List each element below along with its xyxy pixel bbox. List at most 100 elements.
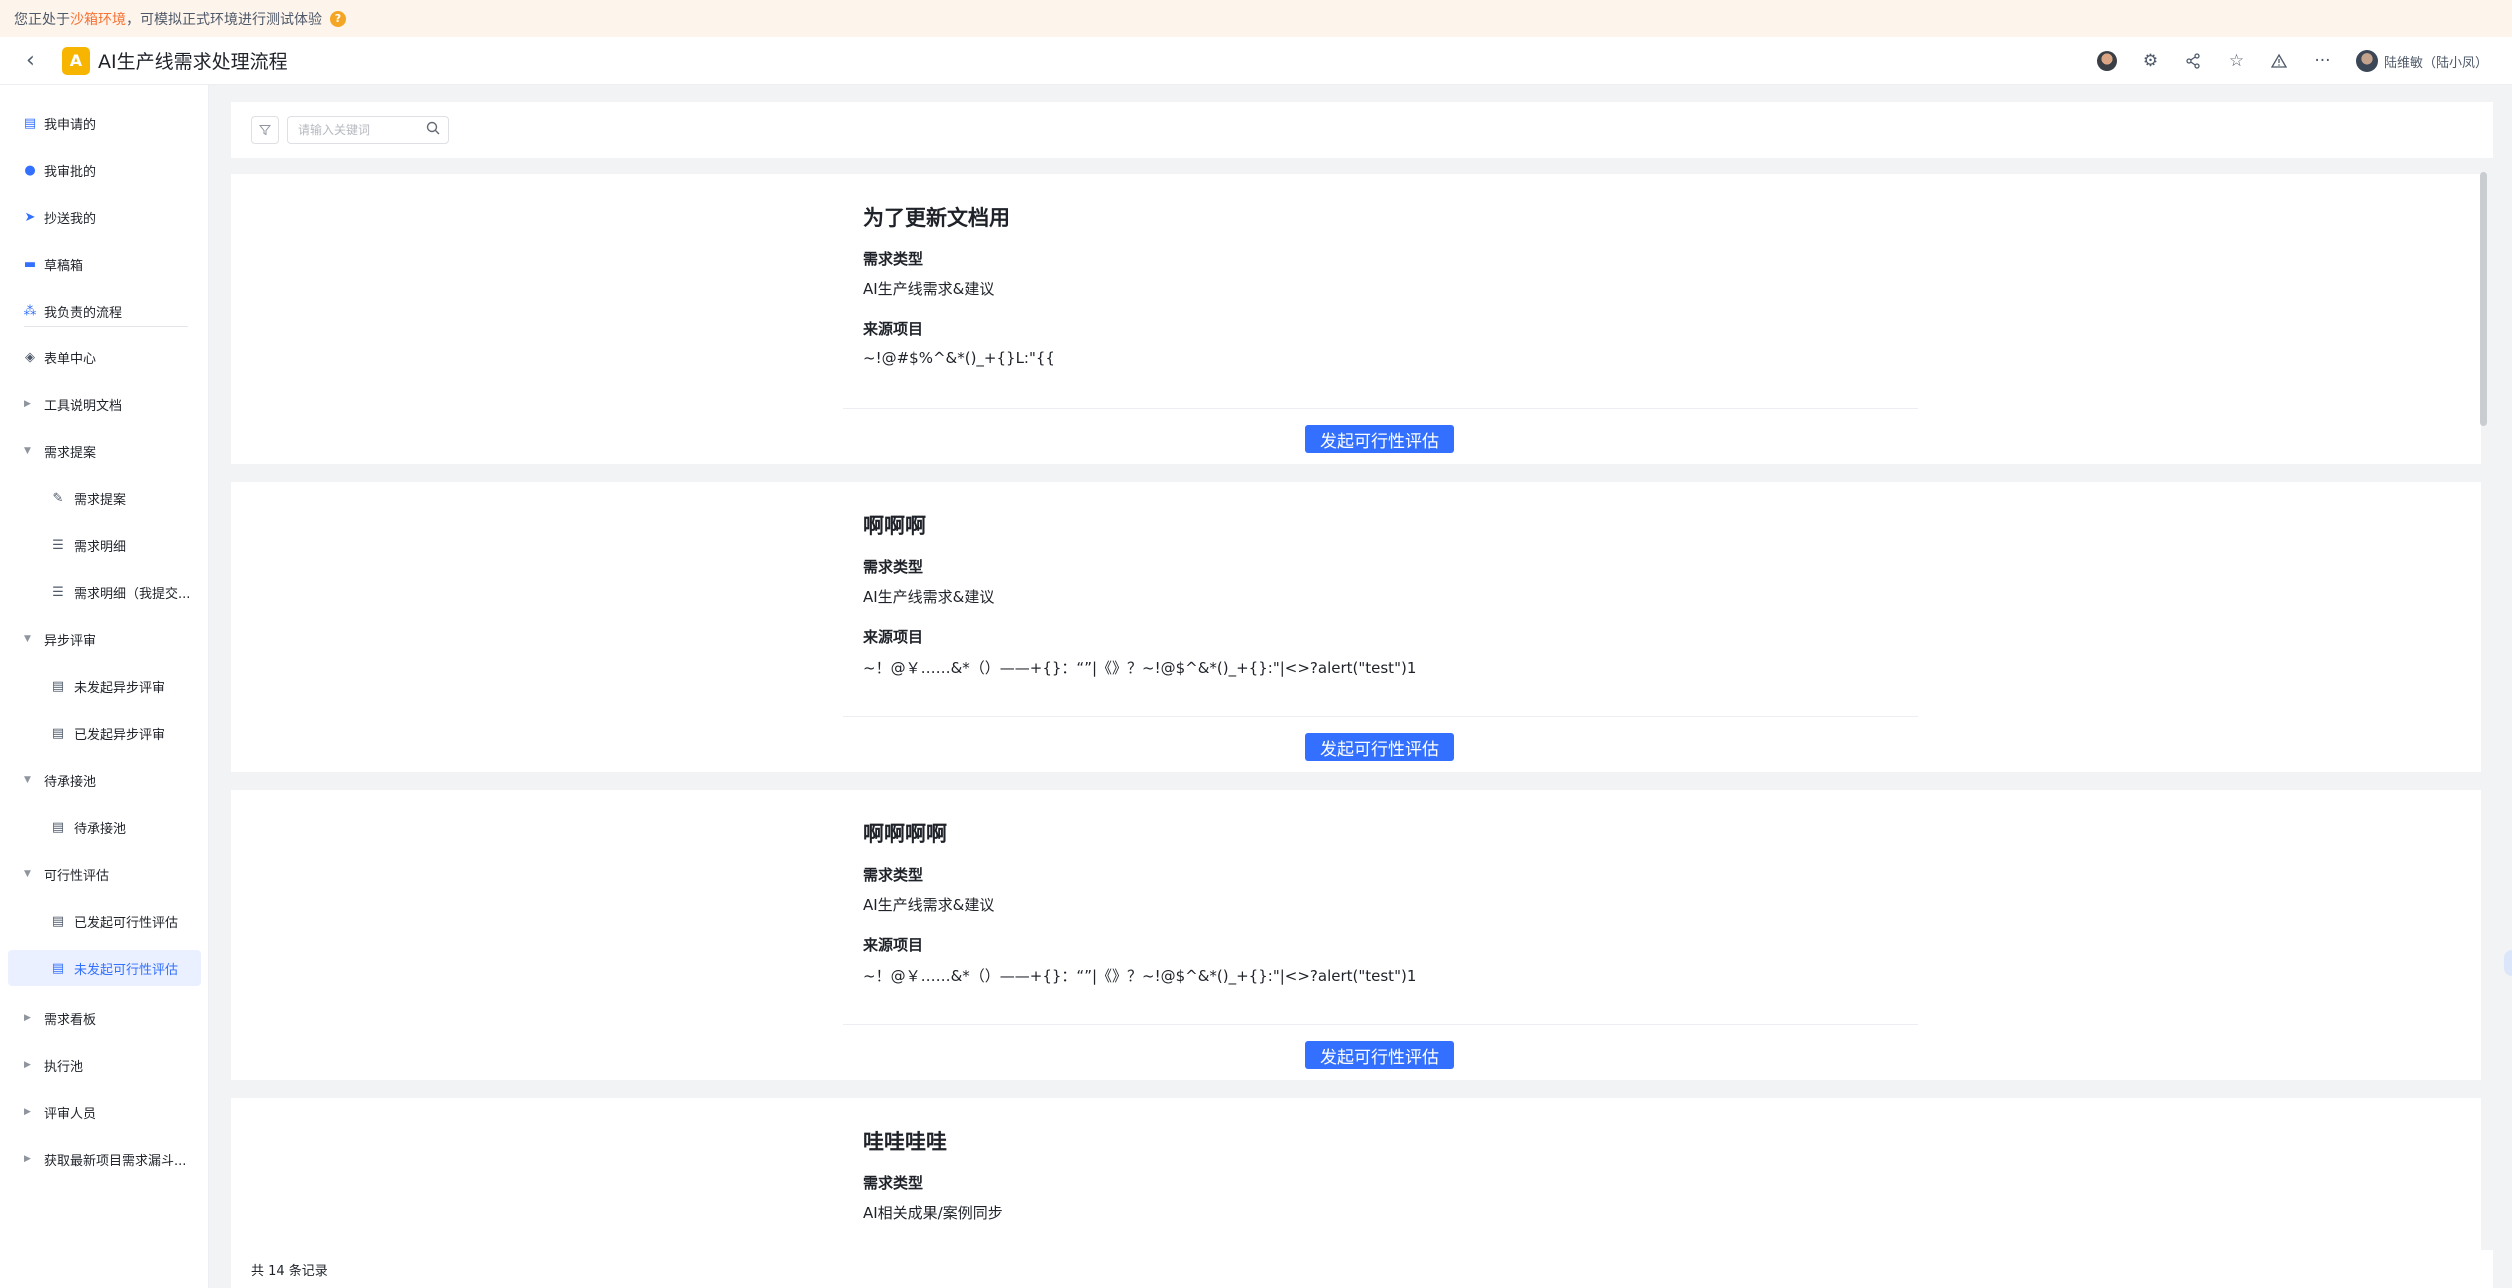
table-icon: ▤ [51,725,65,741]
field-label: 来源项目 [863,936,924,954]
caret-right-icon: ▶ [24,1107,31,1117]
sidebar-item-proposal-details[interactable]: ☰ 需求明细 [8,527,201,563]
record-title: 为了更新文档用 [863,206,1010,230]
field-label: 需求类型 [863,250,924,268]
sidebar-group-async-review[interactable]: ▼ 异步评审 [8,621,201,657]
search-box[interactable] [287,116,449,144]
start-feasibility-button[interactable]: 发起可行性评估 [1305,733,1454,761]
more-icon[interactable]: ··· [2301,37,2344,85]
sidebar-item-label: 需求明细（我提交... [74,586,191,602]
field-value: ~！@￥……&*（）——+{}：“”|《》？~!@$^&*()_+{}:"|<>… [863,659,1417,677]
sidebar-group-label: 待承接池 [44,774,97,790]
table-icon: ▤ [51,678,65,694]
sidebar-item-drafts[interactable]: ▬ 草稿箱 [8,246,201,282]
sidebar-group-execution-pool[interactable]: ▶ 执行池 [8,1047,201,1083]
draft-icon: ▬ [23,256,37,272]
card-divider [843,408,1918,409]
table-icon: ▤ [51,960,65,976]
sidebar-item-label: 抄送我的 [44,211,97,227]
field-label: 来源项目 [863,320,924,338]
sidebar-item-feasibility-started[interactable]: ▤ 已发起可行性评估 [8,903,201,939]
record-card[interactable]: 啊啊啊 需求类型 AI生产线需求&建议 来源项目 ~！@￥……&*（）——+{}… [231,482,2481,772]
user-profile[interactable]: 陆维敏（陆小凤） [2355,50,2488,72]
record-title: 啊啊啊啊 [863,822,947,846]
search-input[interactable] [298,123,418,137]
list-scrollbar[interactable] [2480,172,2487,426]
document-icon: ▤ [23,115,37,131]
list-toolbar [231,102,2493,158]
flow-icon: ⁂ [23,303,37,319]
search-icon[interactable] [426,121,440,139]
filter-icon [259,125,271,136]
field-label: 需求类型 [863,1174,924,1192]
edit-icon: ✎ [52,490,64,506]
sidebar-group-tool-docs[interactable]: ▶ 工具说明文档 [8,386,201,422]
help-icon[interactable]: ? [330,10,346,27]
sidebar-item-label: 我申请的 [44,117,97,133]
floating-assistant-handle[interactable] [2504,950,2512,976]
sidebar-item-form-center[interactable]: ◈ 表单中心 [8,339,201,375]
app-header: ‹ A AI生产线需求处理流程 ⚙ ☆ ··· 陆维敏（陆小凤） [0,37,2512,85]
sidebar-item-feasibility-not-started[interactable]: ▤ 未发起可行性评估 [8,950,201,986]
sidebar-group-pending-pool[interactable]: ▼ 待承接池 [8,762,201,798]
sidebar-group-reviewers[interactable]: ▶ 评审人员 [8,1094,201,1130]
sidebar-group-label: 需求提案 [44,445,97,461]
sidebar-group-funnel[interactable]: ▶ 获取最新项目需求漏斗... [8,1141,201,1177]
record-card[interactable]: 为了更新文档用 需求类型 AI生产线需求&建议 来源项目 ~!@#$%^&*()… [231,174,2481,464]
banner-sandbox-link[interactable]: 沙箱环境 [70,9,126,29]
settings-gear-icon[interactable]: ⚙ [2129,37,2172,85]
sidebar-group-proposals[interactable]: ▼ 需求提案 [8,433,201,469]
user-icon: ● [24,162,36,178]
field-value: AI生产线需求&建议 [863,280,995,298]
sidebar-item-label: 已发起可行性评估 [74,915,179,931]
star-icon[interactable]: ☆ [2215,37,2258,85]
warning-icon[interactable] [2258,37,2301,85]
sidebar-group-label: 异步评审 [44,633,97,649]
record-card[interactable]: 啊啊啊啊 需求类型 AI生产线需求&建议 来源项目 ~！@￥……&*（）——+{… [231,790,2481,1080]
record-card[interactable]: 哇哇哇哇 需求类型 AI相关成果/案例同步 [231,1098,2481,1250]
sidebar-item-async-not-started[interactable]: ▤ 未发起异步评审 [8,668,201,704]
sidebar-item-pending-pool[interactable]: ▤ 待承接池 [8,809,201,845]
field-label: 来源项目 [863,628,924,646]
start-feasibility-button[interactable]: 发起可行性评估 [1305,1041,1454,1069]
back-arrow-icon[interactable]: ‹ [26,49,46,72]
sidebar-item-label: 待承接池 [74,821,127,837]
list-footer: 共 14 条记录 [231,1250,2493,1288]
caret-down-icon: ▼ [24,446,31,456]
list-icon: ☰ [52,584,64,600]
field-value: AI相关成果/案例同步 [863,1204,1003,1222]
field-label: 需求类型 [863,558,924,576]
sidebar-item-label: 我负责的流程 [44,305,123,321]
sidebar-item-label: 未发起可行性评估 [74,962,179,978]
sidebar-item-proposal[interactable]: ✎ 需求提案 [8,480,201,516]
assistant-avatar-icon[interactable] [2086,37,2129,85]
caret-right-icon: ▶ [24,1154,31,1164]
sidebar-item-label: 需求明细 [74,539,127,555]
header-actions: ⚙ ☆ ··· 陆维敏（陆小凤） [2086,37,2488,85]
banner-prefix: 您正处于 [14,11,70,28]
start-feasibility-button[interactable]: 发起可行性评估 [1305,425,1454,453]
table-icon: ▤ [51,913,65,929]
user-name: 陆维敏（陆小凤） [2383,55,2488,71]
filter-button[interactable] [251,116,279,144]
sidebar-group-kanban[interactable]: ▶ 需求看板 [8,1000,201,1036]
card-divider [843,1024,1918,1025]
card-divider [843,716,1918,717]
table-icon: ▤ [51,819,65,835]
field-value: ~！@￥……&*（）——+{}：“”|《》？~!@$^&*()_+{}:"|<>… [863,967,1417,985]
sidebar-item-cc-to-me[interactable]: ➤ 抄送我的 [8,199,201,235]
sidebar-item-async-started[interactable]: ▤ 已发起异步评审 [8,715,201,751]
app-logo: A [62,46,90,75]
caret-down-icon: ▼ [24,634,31,644]
sidebar-group-label: 执行池 [44,1059,84,1075]
sidebar-item-my-flows[interactable]: ⁂ 我负责的流程 [8,293,201,329]
sidebar-item-my-approvals[interactable]: ● 我审批的 [8,152,201,188]
sidebar-group-feasibility[interactable]: ▼ 可行性评估 [8,856,201,892]
caret-down-icon: ▼ [24,775,31,785]
field-value: ~!@#$%^&*()_+{}L:"{{ [863,349,1055,367]
sidebar-item-label: 未发起异步评审 [74,680,166,696]
share-icon[interactable] [2172,37,2215,85]
sidebar-item-label: 草稿箱 [44,258,84,274]
sidebar-item-my-submitted-details[interactable]: ☰ 需求明细（我提交... [8,574,201,610]
sidebar-item-my-requests[interactable]: ▤ 我申请的 [8,105,201,141]
